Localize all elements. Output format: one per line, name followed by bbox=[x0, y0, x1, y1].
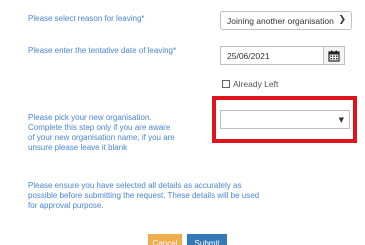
date-label: Please enter the tentative date of leavi… bbox=[28, 46, 177, 55]
submit-button[interactable]: Submit bbox=[187, 234, 227, 245]
reason-select-value: Joining another organisation bbox=[227, 15, 334, 26]
caret-down-icon: ▼ bbox=[338, 116, 344, 124]
cancel-button[interactable]: Cancel bbox=[148, 234, 182, 245]
date-input-value: 25/06/2021 bbox=[227, 50, 270, 61]
reason-select[interactable]: Joining another organisation ❯ bbox=[220, 11, 352, 30]
organisation-label: Please pick your new organisation. Compl… bbox=[28, 113, 175, 152]
already-left-label: Already Left bbox=[233, 79, 279, 89]
chevron-down-icon: ❯ bbox=[338, 15, 346, 25]
already-left-option[interactable]: Already Left bbox=[222, 78, 278, 90]
calendar-icon bbox=[328, 50, 340, 62]
calendar-button[interactable] bbox=[323, 46, 345, 65]
organisation-select[interactable]: ▼ bbox=[220, 110, 350, 129]
already-left-checkbox[interactable] bbox=[222, 80, 230, 88]
reason-label: Please select reason for leaving* bbox=[28, 14, 145, 23]
accuracy-note: Please ensure you have selected all deta… bbox=[28, 181, 260, 210]
